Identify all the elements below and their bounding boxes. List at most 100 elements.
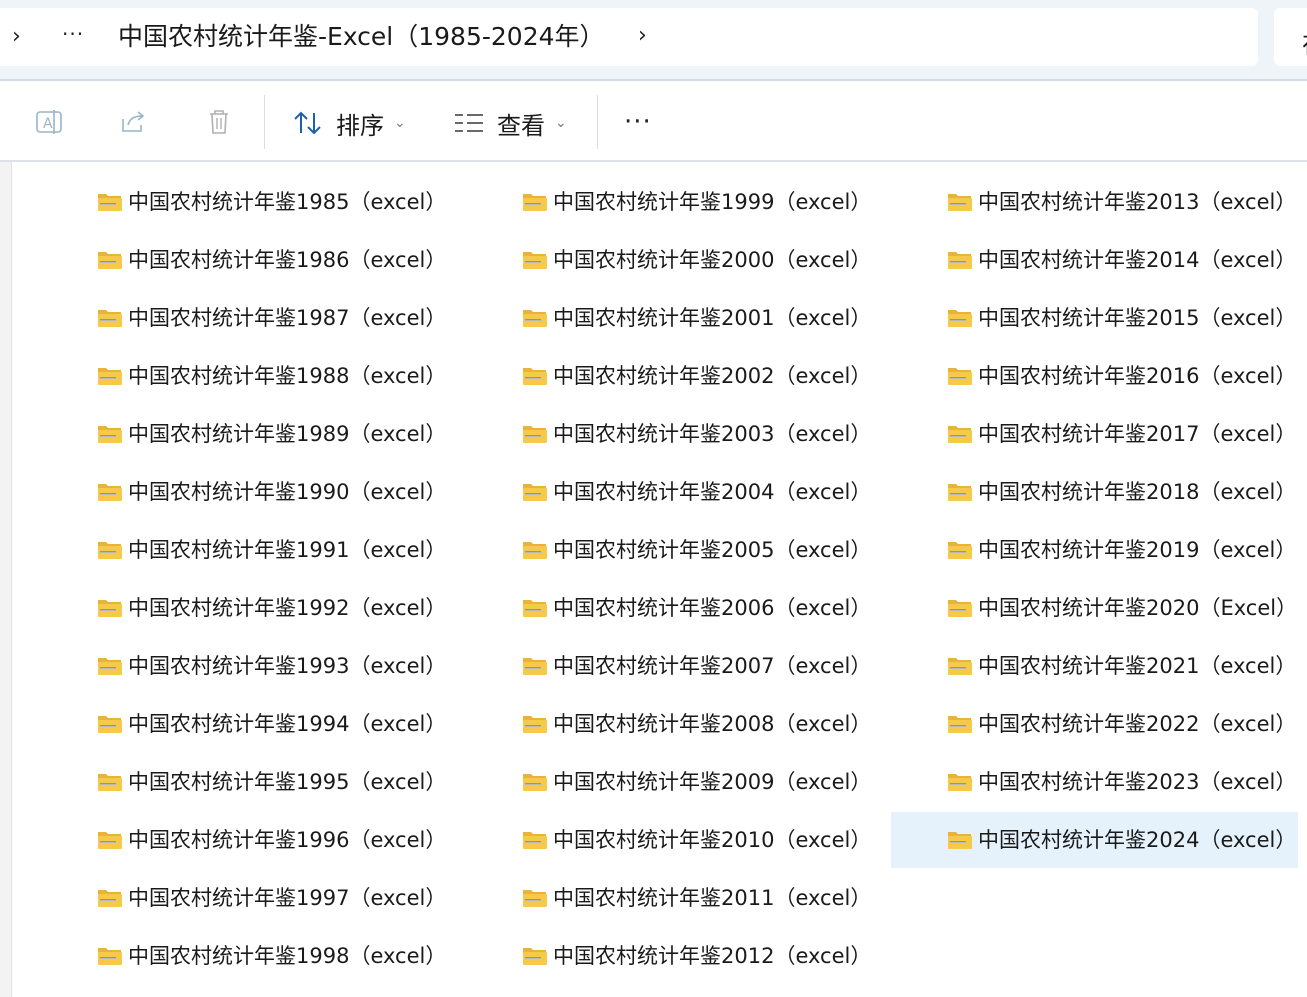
folder-item[interactable]: 中国农村统计年鉴2006（excel） bbox=[516, 580, 916, 636]
folder-icon bbox=[98, 252, 122, 269]
folder-item[interactable]: 中国农村统计年鉴1998（excel） bbox=[91, 928, 491, 984]
folder-icon bbox=[98, 194, 122, 211]
folder-item[interactable]: 中国农村统计年鉴1996（excel） bbox=[91, 812, 491, 868]
svg-text:A: A bbox=[43, 116, 53, 132]
folder-label: 中国农村统计年鉴2006（excel） bbox=[553, 596, 872, 620]
folder-item[interactable]: 中国农村统计年鉴2010（excel） bbox=[516, 812, 916, 868]
folder-item[interactable]: 中国农村统计年鉴2024（excel） bbox=[891, 812, 1298, 868]
folder-item[interactable]: 中国农村统计年鉴2008（excel） bbox=[516, 696, 916, 752]
folder-icon bbox=[98, 832, 122, 849]
folder-label: 中国农村统计年鉴2011（excel） bbox=[553, 886, 872, 910]
folder-label: 中国农村统计年鉴1993（excel） bbox=[128, 654, 447, 678]
folder-icon bbox=[98, 310, 122, 327]
folder-item[interactable]: 中国农村统计年鉴2003（excel） bbox=[516, 406, 916, 462]
folder-icon bbox=[98, 658, 122, 675]
folder-icon bbox=[948, 252, 972, 269]
folder-label: 中国农村统计年鉴2019（excel） bbox=[978, 538, 1297, 562]
folder-label: 中国农村统计年鉴2004（excel） bbox=[553, 480, 872, 504]
folder-label: 中国农村统计年鉴1999（excel） bbox=[553, 190, 872, 214]
folder-icon bbox=[98, 368, 122, 385]
folder-item[interactable]: 中国农村统计年鉴1997（excel） bbox=[91, 870, 491, 926]
command-bar: A 排序 ⌄ 查看 ⌄ ··· bbox=[0, 81, 1307, 161]
folder-item[interactable]: 中国农村统计年鉴1990（excel） bbox=[91, 464, 491, 520]
folder-icon bbox=[948, 600, 972, 617]
folder-item[interactable]: 中国农村统计年鉴2004（excel） bbox=[516, 464, 916, 520]
folder-icon bbox=[948, 310, 972, 327]
folder-item[interactable]: 中国农村统计年鉴2014（excel） bbox=[941, 232, 1307, 288]
folder-item[interactable]: 中国农村统计年鉴1999（excel） bbox=[516, 174, 916, 230]
folder-label: 中国农村统计年鉴2024（excel） bbox=[978, 828, 1297, 852]
folder-icon bbox=[523, 194, 547, 211]
folder-label: 中国农村统计年鉴1987（excel） bbox=[128, 306, 447, 330]
folder-label: 中国农村统计年鉴2012（excel） bbox=[553, 944, 872, 968]
breadcrumb-current-folder[interactable]: 中国农村统计年鉴-Excel（1985-2024年） bbox=[118, 20, 605, 54]
folder-label: 中国农村统计年鉴1990（excel） bbox=[128, 480, 447, 504]
folder-item[interactable]: 中国农村统计年鉴2018（excel） bbox=[941, 464, 1307, 520]
share-icon[interactable] bbox=[118, 107, 148, 137]
folder-icon bbox=[523, 948, 547, 965]
folder-item[interactable]: 中国农村统计年鉴1986（excel） bbox=[91, 232, 491, 288]
folder-icon bbox=[98, 542, 122, 559]
folder-item[interactable]: 中国农村统计年鉴1995（excel） bbox=[91, 754, 491, 810]
folder-item[interactable]: 中国农村统计年鉴1988（excel） bbox=[91, 348, 491, 404]
folder-item[interactable]: 中国农村统计年鉴1991（excel） bbox=[91, 522, 491, 578]
folder-item[interactable]: 中国农村统计年鉴2017（excel） bbox=[941, 406, 1307, 462]
folder-item[interactable]: 中国农村统计年鉴1987（excel） bbox=[91, 290, 491, 346]
view-button[interactable]: 查看 ⌄ bbox=[454, 103, 567, 143]
folder-label: 中国农村统计年鉴1991（excel） bbox=[128, 538, 447, 562]
folder-item[interactable]: 中国农村统计年鉴2023（excel） bbox=[941, 754, 1307, 810]
delete-icon[interactable] bbox=[204, 107, 234, 137]
folder-item[interactable]: 中国农村统计年鉴1992（excel） bbox=[91, 580, 491, 636]
folder-label: 中国农村统计年鉴2018（excel） bbox=[978, 480, 1297, 504]
folder-label: 中国农村统计年鉴2016（excel） bbox=[978, 364, 1297, 388]
folder-item[interactable]: 中国农村统计年鉴2021（excel） bbox=[941, 638, 1307, 694]
folder-item[interactable]: 中国农村统计年鉴2007（excel） bbox=[516, 638, 916, 694]
folder-item[interactable]: 中国农村统计年鉴2022（excel） bbox=[941, 696, 1307, 752]
folder-item[interactable]: 中国农村统计年鉴2002（excel） bbox=[516, 348, 916, 404]
folder-icon bbox=[523, 484, 547, 501]
folder-icon bbox=[523, 542, 547, 559]
search-input[interactable]: 在 bbox=[1274, 8, 1307, 66]
expand-chevron-icon[interactable]: › bbox=[12, 23, 34, 51]
folder-label: 中国农村统计年鉴2008（excel） bbox=[553, 712, 872, 736]
folder-item[interactable]: 中国农村统计年鉴1985（excel） bbox=[91, 174, 491, 230]
navigation-pane-border bbox=[11, 162, 12, 997]
folder-item[interactable]: 中国农村统计年鉴1993（excel） bbox=[91, 638, 491, 694]
folder-item[interactable]: 中国农村统计年鉴2000（excel） bbox=[516, 232, 916, 288]
folder-item[interactable]: 中国农村统计年鉴2005（excel） bbox=[516, 522, 916, 578]
folder-item[interactable]: 中国农村统计年鉴2013（excel） bbox=[941, 174, 1307, 230]
folder-item[interactable]: 中国农村统计年鉴2001（excel） bbox=[516, 290, 916, 346]
folder-item[interactable]: 中国农村统计年鉴2015（excel） bbox=[941, 290, 1307, 346]
folder-icon bbox=[948, 658, 972, 675]
folder-icon bbox=[948, 774, 972, 791]
folder-item[interactable]: 中国农村统计年鉴2020（Excel） bbox=[941, 580, 1307, 636]
folder-icon bbox=[98, 716, 122, 733]
folder-icon bbox=[98, 484, 122, 501]
folder-item[interactable]: 中国农村统计年鉴1994（excel） bbox=[91, 696, 491, 752]
folder-label: 中国农村统计年鉴2005（excel） bbox=[553, 538, 872, 562]
folder-item[interactable]: 中国农村统计年鉴1989（excel） bbox=[91, 406, 491, 462]
folder-label: 中国农村统计年鉴2009（excel） bbox=[553, 770, 872, 794]
folder-icon bbox=[948, 542, 972, 559]
sort-icon bbox=[294, 111, 321, 135]
sort-button[interactable]: 排序 ⌄ bbox=[292, 103, 406, 143]
folder-icon bbox=[523, 426, 547, 443]
folder-item[interactable]: 中国农村统计年鉴2011（excel） bbox=[516, 870, 916, 926]
rename-icon[interactable]: A bbox=[34, 107, 64, 137]
folder-label: 中国农村统计年鉴1996（excel） bbox=[128, 828, 447, 852]
folder-item[interactable]: 中国农村统计年鉴2019（excel） bbox=[941, 522, 1307, 578]
folder-label: 中国农村统计年鉴2023（excel） bbox=[978, 770, 1297, 794]
more-breadcrumbs-button[interactable]: ··· bbox=[62, 20, 88, 48]
folder-icon bbox=[523, 252, 547, 269]
folder-icon bbox=[948, 832, 972, 849]
folder-icon bbox=[948, 194, 972, 211]
folder-label: 中国农村统计年鉴2020（Excel） bbox=[978, 596, 1298, 620]
more-options-button[interactable]: ··· bbox=[624, 103, 652, 141]
folder-label: 中国农村统计年鉴1988（excel） bbox=[128, 364, 447, 388]
breadcrumb-chevron-icon[interactable]: › bbox=[638, 22, 647, 50]
folder-icon bbox=[523, 600, 547, 617]
folder-item[interactable]: 中国农村统计年鉴2016（excel） bbox=[941, 348, 1307, 404]
folder-icon bbox=[523, 368, 547, 385]
folder-item[interactable]: 中国农村统计年鉴2012（excel） bbox=[516, 928, 916, 984]
folder-item[interactable]: 中国农村统计年鉴2009（excel） bbox=[516, 754, 916, 810]
